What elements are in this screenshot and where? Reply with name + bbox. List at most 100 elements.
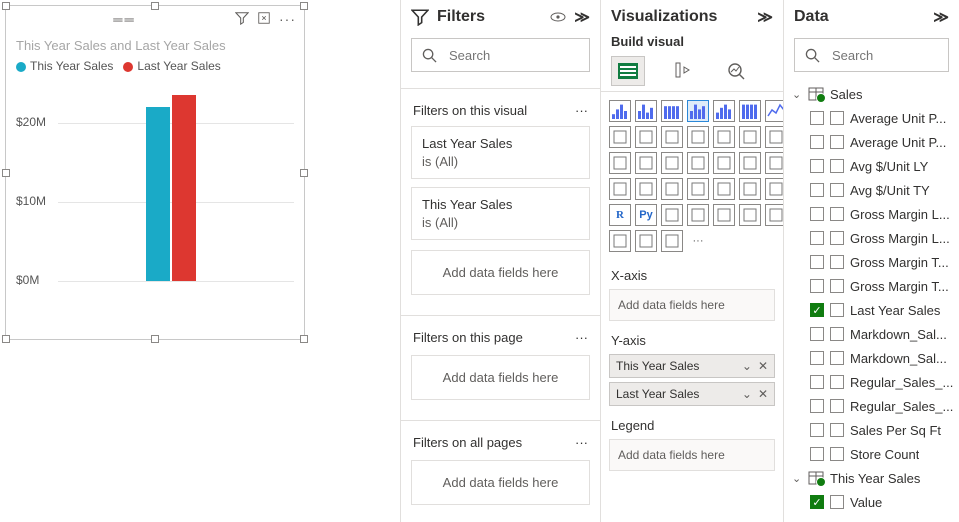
field-checkbox[interactable] — [810, 255, 824, 269]
field-row[interactable]: Average Unit P... — [788, 130, 955, 154]
viz-type-stacked-area[interactable] — [635, 126, 657, 148]
field-checkbox[interactable] — [810, 447, 824, 461]
bar-this-year-sales[interactable] — [146, 107, 170, 281]
field-checkbox[interactable] — [810, 423, 824, 437]
field-checkbox[interactable] — [810, 231, 824, 245]
build-visual-tab[interactable] — [611, 56, 645, 86]
field-row[interactable]: Store Count — [788, 442, 955, 466]
field-row[interactable]: Regular_Sales_... — [788, 370, 955, 394]
viz-type-table[interactable] — [739, 178, 761, 200]
focus-mode-icon[interactable] — [257, 11, 271, 27]
viz-type-line-clustered[interactable] — [661, 126, 683, 148]
filter-drop-well[interactable]: Add data fields here — [411, 250, 590, 295]
viz-type-paginated[interactable] — [765, 204, 783, 226]
viz-type-100-stacked-bar[interactable] — [661, 100, 683, 122]
field-row[interactable]: ✓ Last Year Sales — [788, 298, 955, 322]
viz-type-clustered-bar[interactable] — [635, 100, 657, 122]
remove-icon[interactable]: ✕ — [758, 387, 768, 401]
xaxis-field-well[interactable]: Add data fields here — [609, 289, 775, 321]
eye-icon[interactable] — [550, 9, 566, 25]
filter-card[interactable]: Last Year Sales is (All) — [411, 126, 590, 179]
viz-type-scatter[interactable] — [609, 152, 631, 174]
chevron-down-icon[interactable]: ⌄ — [742, 359, 752, 373]
viz-type-py-visual[interactable]: Py — [635, 204, 657, 226]
field-row[interactable]: Markdown_Sal... — [788, 346, 955, 370]
viz-type-kpi[interactable] — [687, 178, 709, 200]
viz-type-powerautomate[interactable] — [661, 230, 683, 252]
field-row[interactable]: Gross Margin T... — [788, 250, 955, 274]
filter-drop-well[interactable]: Add data fields here — [411, 355, 590, 400]
field-row[interactable]: Gross Margin L... — [788, 226, 955, 250]
field-checkbox[interactable] — [810, 399, 824, 413]
field-checkbox[interactable]: ✓ — [810, 303, 824, 317]
field-checkbox[interactable]: ✓ — [810, 495, 824, 509]
drag-handle-icon[interactable]: ══ — [14, 12, 235, 27]
field-row[interactable]: Sales Per Sq Ft — [788, 418, 955, 442]
viz-type-narrative[interactable] — [739, 204, 761, 226]
collapse-pane-icon[interactable]: ≫ — [933, 8, 949, 26]
viz-type-map[interactable] — [713, 152, 735, 174]
filter-icon[interactable] — [235, 11, 249, 27]
viz-type-waterfall[interactable] — [739, 126, 761, 148]
viz-type-more[interactable]: ··· — [687, 230, 709, 252]
field-checkbox[interactable] — [810, 111, 824, 125]
field-checkbox[interactable] — [810, 351, 824, 365]
viz-type-line-stacked[interactable] — [687, 126, 709, 148]
viz-type-arcgis[interactable] — [609, 230, 631, 252]
viz-type-key-influencers[interactable] — [661, 204, 683, 226]
field-row[interactable]: Gross Margin L... — [788, 202, 955, 226]
viz-type-100-stacked-column[interactable] — [739, 100, 761, 122]
more-options-icon[interactable]: ··· — [279, 11, 296, 27]
field-row[interactable]: Regular_Sales_... — [788, 394, 955, 418]
more-options-icon[interactable]: ··· — [575, 103, 588, 118]
format-visual-tab[interactable] — [665, 56, 699, 86]
viz-type-clustered-column[interactable] — [687, 100, 709, 122]
more-options-icon[interactable]: ··· — [575, 330, 588, 345]
filters-search[interactable] — [411, 38, 590, 72]
field-checkbox[interactable] — [810, 135, 824, 149]
table-this-year-sales[interactable]: ⌄ This Year Sales — [788, 466, 955, 490]
chevron-down-icon[interactable]: ⌄ — [742, 387, 752, 401]
filter-drop-well[interactable]: Add data fields here — [411, 460, 590, 505]
legend-field-well[interactable]: Add data fields here — [609, 439, 775, 471]
field-row[interactable]: Gross Margin T... — [788, 274, 955, 298]
viz-type-multi-row-card[interactable] — [661, 178, 683, 200]
clustered-column-chart-visual[interactable]: ══ ··· This Year Sales and Last Year Sal… — [5, 5, 305, 340]
field-checkbox[interactable] — [810, 159, 824, 173]
viz-type-donut[interactable] — [661, 152, 683, 174]
viz-type-stacked-bar[interactable] — [609, 100, 631, 122]
viz-type-stacked-column[interactable] — [713, 100, 735, 122]
bar-last-year-sales[interactable] — [172, 95, 196, 281]
viz-type-filled-map[interactable] — [739, 152, 761, 174]
field-row[interactable]: Avg $/Unit TY — [788, 178, 955, 202]
field-checkbox[interactable] — [810, 279, 824, 293]
field-checkbox[interactable] — [810, 375, 824, 389]
field-row[interactable]: ✓ Value — [788, 490, 955, 514]
filter-card[interactable]: This Year Sales is (All) — [411, 187, 590, 240]
yaxis-field-chip[interactable]: This Year Sales ⌄✕ — [609, 354, 775, 378]
viz-type-treemap[interactable] — [687, 152, 709, 174]
field-checkbox[interactable] — [810, 207, 824, 221]
table-sales[interactable]: ⌄ Sales — [788, 82, 955, 106]
viz-type-ribbon[interactable] — [713, 126, 735, 148]
field-row[interactable]: Average Unit P... — [788, 106, 955, 130]
remove-icon[interactable]: ✕ — [758, 359, 768, 373]
viz-type-slicer[interactable] — [713, 178, 735, 200]
field-row[interactable]: Avg $/Unit LY — [788, 154, 955, 178]
data-search-input[interactable] — [830, 47, 959, 64]
viz-type-card[interactable] — [635, 178, 657, 200]
viz-type-matrix[interactable] — [765, 178, 783, 200]
viz-type-powerapps[interactable] — [635, 230, 657, 252]
yaxis-field-chip[interactable]: Last Year Sales ⌄✕ — [609, 382, 775, 406]
field-row[interactable]: Markdown_Sal... — [788, 322, 955, 346]
viz-type-gauge[interactable] — [609, 178, 631, 200]
viz-type-decomposition[interactable] — [687, 204, 709, 226]
analytics-tab[interactable] — [719, 56, 753, 86]
viz-type-pie[interactable] — [635, 152, 657, 174]
viz-type-azure-map[interactable] — [765, 152, 783, 174]
viz-type-funnel[interactable] — [765, 126, 783, 148]
field-checkbox[interactable] — [810, 183, 824, 197]
report-canvas[interactable]: ══ ··· This Year Sales and Last Year Sal… — [0, 0, 400, 522]
collapse-pane-icon[interactable]: ≫ — [574, 8, 590, 26]
viz-type-qa[interactable] — [713, 204, 735, 226]
